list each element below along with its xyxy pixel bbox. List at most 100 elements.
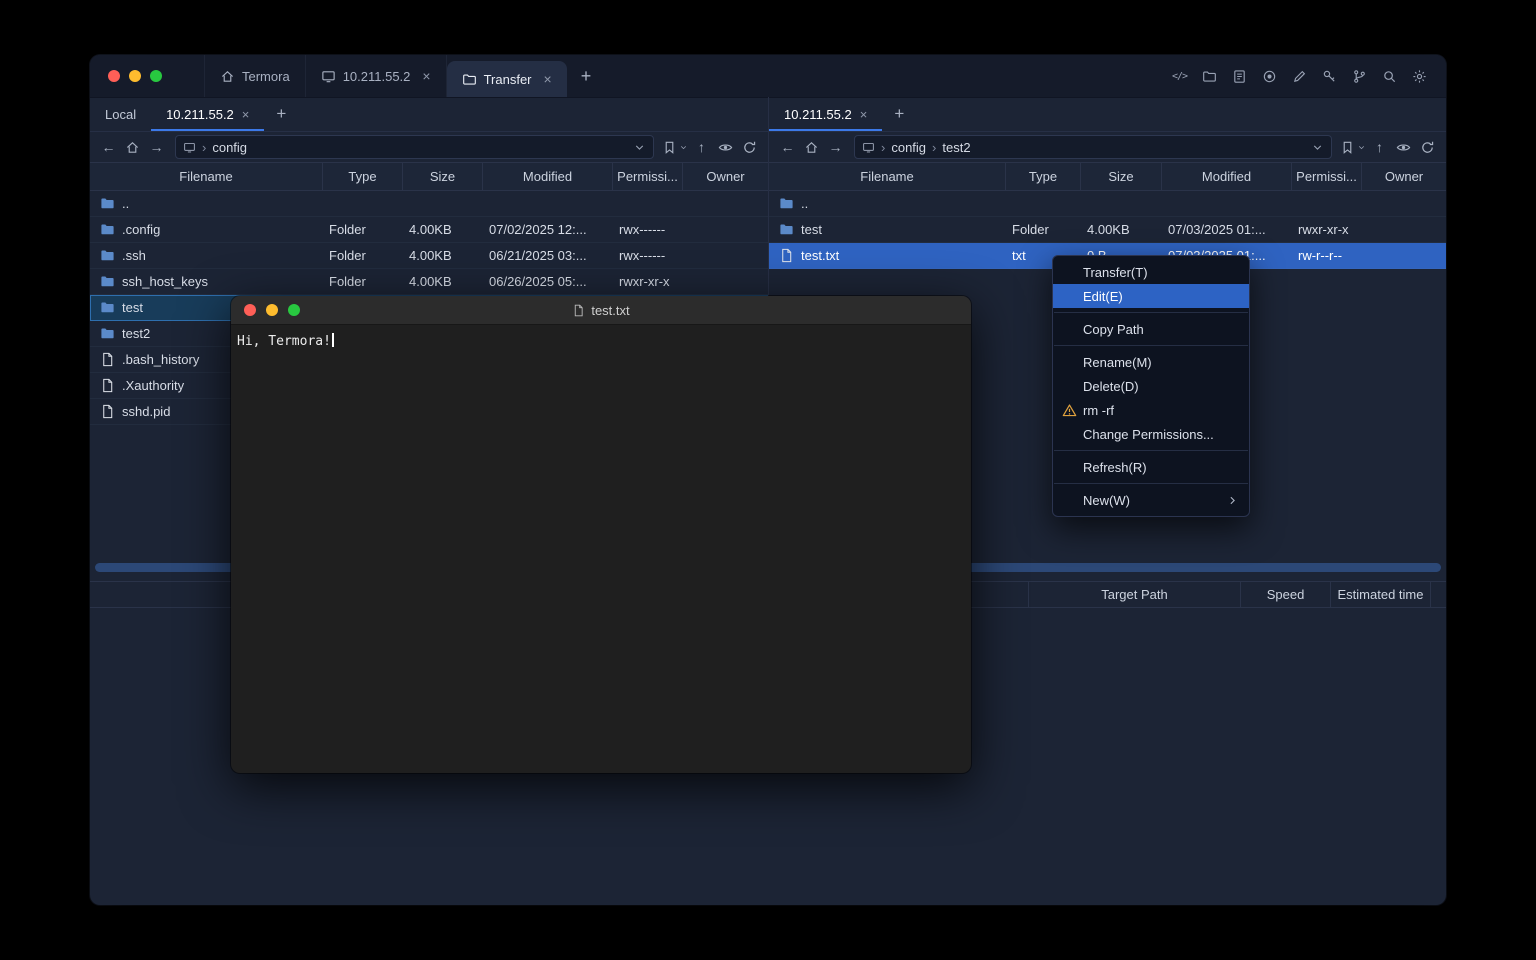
refresh-button[interactable]: [1417, 136, 1438, 158]
up-button[interactable]: ↑: [691, 136, 712, 158]
tab-termora[interactable]: Termora: [204, 55, 306, 97]
zoom-window-button[interactable]: [150, 70, 162, 82]
file-row[interactable]: ssh_host_keys Folder 4.00KB 06/26/2025 0…: [90, 269, 768, 295]
menu-item-edit[interactable]: Edit(E): [1053, 284, 1249, 308]
new-tab-button[interactable]: +: [567, 55, 606, 97]
path-segment[interactable]: config: [891, 140, 926, 155]
editor-titlebar[interactable]: test.txt: [231, 296, 971, 325]
tab-remote-session[interactable]: 10.211.55.2 ×: [151, 97, 264, 131]
code-icon[interactable]: </>: [1171, 68, 1188, 85]
new-session-button[interactable]: +: [264, 97, 298, 131]
file-modified: 07/02/2025 12:...: [483, 217, 613, 242]
close-tab-icon[interactable]: ×: [860, 107, 868, 122]
bookmark-button[interactable]: [1340, 136, 1366, 158]
refresh-button[interactable]: [739, 136, 760, 158]
file-row[interactable]: .config Folder 4.00KB 07/02/2025 12:... …: [90, 217, 768, 243]
folder-icon: [462, 72, 477, 87]
home-button[interactable]: [801, 136, 822, 158]
column-header-size[interactable]: Size: [1081, 163, 1162, 190]
forward-button[interactable]: →: [146, 136, 167, 158]
column-header-modified[interactable]: Modified: [1162, 163, 1292, 190]
up-button[interactable]: ↑: [1369, 136, 1390, 158]
back-button[interactable]: ←: [98, 136, 119, 158]
column-header-modified[interactable]: Modified: [483, 163, 613, 190]
path-bar[interactable]: › config: [175, 135, 654, 159]
tab-transfer[interactable]: Transfer ×: [447, 61, 567, 97]
breadcrumb-separator: ›: [202, 140, 206, 155]
column-header-permissions[interactable]: Permissi...: [613, 163, 683, 190]
terminal-icon: [321, 69, 336, 84]
file-row[interactable]: ..: [769, 191, 1446, 217]
column-header-permissions[interactable]: Permissi...: [1292, 163, 1362, 190]
close-editor-button[interactable]: [244, 304, 256, 316]
menu-item-copy-path[interactable]: Copy Path: [1053, 317, 1249, 341]
menu-item-rm-rf[interactable]: rm -rf: [1053, 398, 1249, 422]
file-owner: [1362, 243, 1446, 268]
column-header-owner[interactable]: Owner: [1362, 163, 1446, 190]
search-icon[interactable]: [1381, 68, 1398, 85]
new-session-button[interactable]: +: [882, 97, 916, 131]
zoom-editor-button[interactable]: [288, 304, 300, 316]
close-tab-icon[interactable]: ×: [242, 107, 250, 122]
menu-item-rename[interactable]: Rename(M): [1053, 350, 1249, 374]
file-permissions: rwxr-xr-x: [1292, 217, 1362, 242]
editor-text: Hi, Termora!: [237, 334, 331, 349]
column-header-owner[interactable]: Owner: [683, 163, 768, 190]
column-header-speed[interactable]: Speed: [1240, 582, 1330, 607]
show-hidden-button[interactable]: [1393, 136, 1414, 158]
tab-session[interactable]: 10.211.55.2 ×: [306, 55, 447, 97]
record-icon[interactable]: [1261, 68, 1278, 85]
column-header-size[interactable]: Size: [403, 163, 483, 190]
path-segment[interactable]: test2: [942, 140, 970, 155]
pencil-icon[interactable]: [1291, 68, 1308, 85]
editor-window-controls: [231, 296, 318, 324]
menu-item-change-permissions[interactable]: Change Permissions...: [1053, 422, 1249, 446]
file-type: Folder: [323, 243, 403, 268]
editor-content[interactable]: Hi, Termora!: [231, 325, 971, 357]
tab-label: Termora: [242, 69, 290, 84]
file-size: [1081, 191, 1162, 216]
breadcrumb-separator: ›: [881, 140, 885, 155]
file-icon: [100, 404, 115, 419]
close-window-button[interactable]: [108, 70, 120, 82]
menu-item-delete[interactable]: Delete(D): [1053, 374, 1249, 398]
file-row[interactable]: test Folder 4.00KB 07/03/2025 01:... rwx…: [769, 217, 1446, 243]
column-header-filename[interactable]: Filename: [90, 163, 323, 190]
file-type: [1006, 191, 1081, 216]
menu-item-refresh[interactable]: Refresh(R): [1053, 455, 1249, 479]
settings-icon[interactable]: [1411, 68, 1428, 85]
forward-button[interactable]: →: [825, 136, 846, 158]
chevron-down-icon[interactable]: [1311, 141, 1324, 154]
menu-item-new[interactable]: New(W): [1053, 488, 1249, 512]
file-row[interactable]: .ssh Folder 4.00KB 06/21/2025 03:... rwx…: [90, 243, 768, 269]
folder-icon: [779, 196, 794, 211]
minimize-window-button[interactable]: [129, 70, 141, 82]
path-bar[interactable]: › config › test2: [854, 135, 1332, 159]
path-segment[interactable]: config: [212, 140, 247, 155]
column-header-target-path[interactable]: Target Path: [1028, 582, 1240, 607]
chevron-down-icon[interactable]: [633, 141, 646, 154]
menu-item-transfer[interactable]: Transfer(T): [1053, 260, 1249, 284]
folder-icon: [100, 248, 115, 263]
close-tab-icon[interactable]: ×: [544, 72, 552, 86]
tab-local[interactable]: Local: [90, 97, 151, 131]
bookmark-button[interactable]: [662, 136, 688, 158]
back-button[interactable]: ←: [777, 136, 798, 158]
column-header-type[interactable]: Type: [1006, 163, 1081, 190]
tab-remote-session[interactable]: 10.211.55.2 ×: [769, 97, 882, 131]
folder-icon[interactable]: [1201, 68, 1218, 85]
close-tab-icon[interactable]: ×: [422, 69, 430, 83]
column-header-filename[interactable]: Filename: [769, 163, 1006, 190]
minimize-editor-button[interactable]: [266, 304, 278, 316]
key-icon[interactable]: [1321, 68, 1338, 85]
log-icon[interactable]: [1231, 68, 1248, 85]
column-header-type[interactable]: Type: [323, 163, 403, 190]
file-owner: [683, 217, 768, 242]
file-row[interactable]: ..: [90, 191, 768, 217]
branch-icon[interactable]: [1351, 68, 1368, 85]
termora-window: Termora 10.211.55.2 × Transfer × + </>: [90, 55, 1446, 905]
column-header-estimated-time[interactable]: Estimated time: [1330, 582, 1430, 607]
show-hidden-button[interactable]: [715, 136, 736, 158]
file-permissions: rwxr-xr-x: [613, 269, 683, 294]
home-button[interactable]: [122, 136, 143, 158]
